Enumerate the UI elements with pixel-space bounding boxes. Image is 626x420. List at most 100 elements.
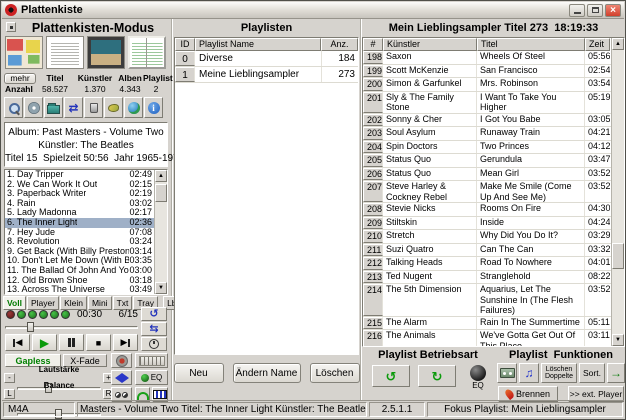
maximize-button[interactable] [587,3,603,17]
scroll-down-icon[interactable]: ▼ [155,282,167,294]
thumbnail-playlist-view[interactable] [128,36,166,69]
column-header-titel[interactable]: Titel [477,38,585,51]
album-track-row[interactable]: 7. Hey Jude 07:08 [5,228,154,238]
playlist-track-row[interactable]: 211 Suzi Quatro Can The Can 03:32 [363,243,611,257]
scrollbar-thumb[interactable] [612,243,624,269]
aendern-name-button[interactable]: Ändern Name [232,363,301,383]
thumbnail-cover-view[interactable] [5,36,43,69]
minimize-button[interactable] [569,3,585,17]
column-header-zeit[interactable]: Zeit [585,38,610,51]
playlist-track-row[interactable]: 207 Steve Harley & Cockney Rebel Make Me… [363,181,611,203]
cleanup-button[interactable] [104,97,123,118]
next-button[interactable]: ▶ [113,334,138,351]
album-track-row[interactable]: 6. The Inner Light 02:36 [5,217,154,228]
playlist-track-row[interactable]: 198 Saxon Wheels Of Steel 05:56 [363,51,611,65]
playlist-track-row[interactable]: 202 Sonny & Cher I Got You Babe 03:05 [363,113,611,127]
open-folder-button[interactable] [44,97,63,118]
equalizer-sliders-button[interactable] [135,353,168,368]
playlist-track-row[interactable]: 209 Stiltskin Inside 04:24 [363,216,611,230]
close-button[interactable]: × [605,3,621,17]
playlist-track-row[interactable]: 214 The 5th Dimension Aquarius, Let The … [363,284,611,317]
playlist-shuffle-button[interactable]: ↻ [418,365,456,387]
playlist-repeat-button[interactable]: ↺ [372,365,410,387]
playlist-track-row[interactable]: 210 Stretch Why Did You Do It? 03:29 [363,230,611,244]
playlist-file-button[interactable] [497,363,517,383]
eq-knob[interactable] [470,365,486,381]
previous-button[interactable]: ◀ [5,334,30,351]
search-button[interactable] [4,97,23,118]
sort-button[interactable]: Sort. [579,363,605,383]
progress-slider[interactable] [5,322,138,332]
eq-button[interactable]: EQ [135,370,168,385]
tab-player[interactable]: Player [26,296,60,310]
scroll-up-icon[interactable]: ▲ [155,170,167,182]
web-button[interactable] [124,97,143,118]
scrollbar-thumb[interactable] [155,184,167,202]
scroll-down-icon[interactable]: ▼ [612,334,624,346]
playlist-track-row[interactable]: 212 Talking Heads Road To Nowhere 04:01 [363,257,611,271]
album-track-row[interactable]: 9. Get Back (With Billy Preston) 03:14 [5,247,154,257]
swap-button[interactable]: ⇄ [64,97,83,118]
playlist-track-row[interactable]: 215 The Alarm Rain In The Summertime 05:… [363,316,611,330]
progress-thumb[interactable] [27,322,34,332]
playlist-track-row[interactable]: 201 Sly & The Family Stone I Want To Tak… [363,91,611,114]
neu-button[interactable]: Neu [173,363,224,383]
album-track-row[interactable]: 1. Day Tripper 02:49 [5,170,154,180]
modus-toggle-button[interactable] [6,22,16,32]
album-track-row[interactable]: 12. Old Brown Shoe 03:18 [5,276,154,286]
playlist-track-row[interactable]: 204 Spin Doctors Two Princes 04:12 [363,140,611,154]
playlist-track-row[interactable]: 206 Status Quo Mean Girl 03:52 [363,167,611,181]
tab-mini[interactable]: Mini [87,296,112,310]
playlist-list-row[interactable]: 1 Meine Lieblingsampler 273 [175,67,358,83]
thumbnail-photo-view[interactable] [87,36,125,69]
playlist-track-row[interactable]: 216 The Animals We've Gotta Get Out Of T… [363,330,611,346]
column-header-id[interactable]: ID [175,38,195,51]
record-button[interactable] [111,353,132,368]
album-track-row[interactable]: 3. Paperback Writer 02:19 [5,189,154,199]
repeat-button[interactable]: ↺ [141,307,167,321]
column-header-kuenstler[interactable]: Künstler [383,38,477,51]
info-button[interactable]: i [144,97,163,118]
playlist-track-row[interactable]: 208 Stevie Nicks Rooms On Fire 04:30 [363,203,611,217]
album-track-row[interactable]: 5. Lady Madonna 02:17 [5,208,154,218]
playlist-track-row[interactable]: 200 Simon & Garfunkel Mrs. Robinson 03:5… [363,78,611,92]
sleep-timer-button[interactable] [141,337,167,351]
playlist-list-row[interactable]: 0 Diverse 184 [175,51,358,67]
thumbnail-list-view[interactable] [46,36,84,69]
album-track-row[interactable]: 13. Across The Universe 03:49 [5,285,154,294]
tools-button[interactable] [84,97,103,118]
playlist-track-row[interactable]: 203 Soul Asylum Runaway Train 04:21 [363,127,611,141]
loeschen-doppelte-button[interactable]: Löschen Doppelte [541,363,577,383]
export-button[interactable]: → [607,363,625,383]
prev-bar-icon [12,338,15,347]
album-track-row[interactable]: 8. Revolution 03:24 [5,237,154,247]
mehr-button[interactable]: mehr [4,73,36,84]
album-list-scrollbar[interactable]: ▲ ▼ [154,170,167,294]
stop-button[interactable]: ■ [86,334,111,351]
shuffle-button[interactable]: ⇆ [141,322,167,336]
column-header-anz[interactable]: Anz. [321,38,358,51]
playlist-track-row[interactable]: 213 Ted Nugent Stranglehold 08:22 [363,270,611,284]
titlebar[interactable]: Plattenkiste × [2,2,624,19]
disc-button[interactable] [24,97,43,118]
tab-txt[interactable]: Txt [112,296,133,310]
pause-button[interactable] [59,334,84,351]
album-track-row[interactable]: 10. Don't Let Me Down (With Billy Prest … [5,256,154,266]
column-header-num[interactable]: # [363,38,383,51]
album-track-row[interactable]: 2. We Can Work It Out 02:15 [5,180,154,190]
balance-left-button[interactable]: L [4,389,15,399]
loeschen-button[interactable]: Löschen [309,363,360,383]
playlist-track-row[interactable]: 205 Status Quo Gerundula 03:47 [363,154,611,168]
volume-down-button[interactable]: - [4,373,15,383]
album-track-row[interactable]: 4. Rain 03:02 [5,199,154,209]
crossfade-button[interactable] [111,370,132,385]
tab-klein[interactable]: Klein [60,296,87,310]
column-header-name[interactable]: Playlist Name [195,38,321,51]
scroll-up-icon[interactable]: ▲ [612,38,624,50]
playlist-scrollbar[interactable]: ▲ ▼ [611,38,624,346]
add-titles-button[interactable]: ♫ [519,363,539,383]
tab-voll[interactable]: Voll [3,296,26,310]
album-track-row[interactable]: 11. The Ballad Of John And Yoko 03:00 [5,266,154,276]
playlist-track-row[interactable]: 199 Scott McKenzie San Francisco 02:54 [363,64,611,78]
play-button[interactable]: ▶ [32,334,57,351]
